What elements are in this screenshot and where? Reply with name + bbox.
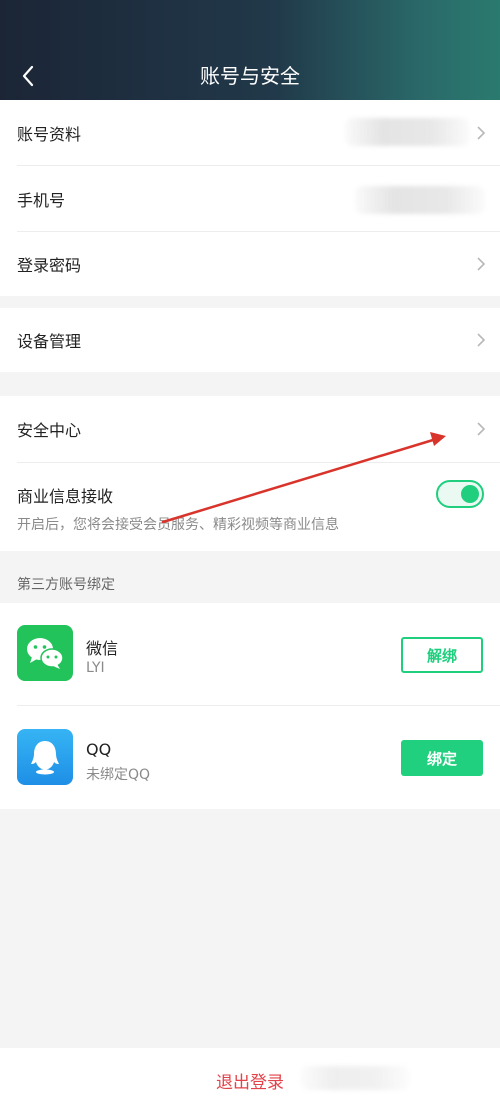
wechat-app-icon (17, 625, 73, 681)
commercial-info-desc: 开启后，您将会接受会员服务、精彩视频等商业信息 (17, 517, 339, 533)
phone-value-blurred (355, 186, 485, 214)
logout-bar: 退出登录 (0, 1048, 500, 1111)
qq-app-icon (17, 729, 73, 785)
row-divider (17, 705, 500, 706)
device-manage-row[interactable]: 设备管理 (0, 308, 500, 372)
qq-account: 未绑定QQ (86, 767, 151, 783)
logout-button[interactable]: 退出登录 (0, 1068, 500, 1093)
device-manage-label: 设备管理 (17, 332, 82, 351)
chevron-right-icon (477, 257, 486, 271)
logout-blur-overlay (300, 1066, 410, 1090)
password-label: 登录密码 (17, 256, 82, 275)
toggle-knob (461, 485, 479, 503)
qq-icon (31, 741, 59, 775)
app-header: 账号与安全 (0, 0, 500, 100)
chevron-right-icon (477, 422, 486, 436)
account-profile-value-blurred (345, 118, 470, 146)
wechat-icon (27, 638, 64, 669)
chevron-right-icon (477, 333, 486, 347)
chevron-right-icon (477, 126, 486, 140)
wechat-account: LYI (86, 660, 105, 676)
security-group: 安全中心 商业信息接收 开启后，您将会接受会员服务、精彩视频等商业信息 (0, 396, 500, 551)
page-title: 账号与安全 (200, 64, 300, 88)
account-group: 账号资料 手机号 登录密码 (0, 100, 500, 296)
phone-row[interactable]: 手机号 (0, 166, 500, 231)
qq-name: QQ (86, 740, 112, 759)
security-center-label: 安全中心 (17, 421, 82, 440)
wechat-name: 微信 (86, 639, 119, 658)
password-row[interactable]: 登录密码 (0, 232, 500, 296)
commercial-info-label: 商业信息接收 (17, 487, 114, 506)
account-profile-label: 账号资料 (17, 124, 82, 144)
security-center-row[interactable]: 安全中心 (0, 396, 500, 462)
commercial-info-toggle[interactable] (436, 480, 484, 508)
phone-label: 手机号 (17, 190, 66, 210)
device-group: 设备管理 (0, 308, 500, 372)
wechat-unbind-button[interactable]: 解绑 (401, 637, 483, 673)
third-party-caption: 第三方账号绑定 (17, 577, 115, 593)
qq-bind-button[interactable]: 绑定 (401, 740, 483, 776)
row-divider (17, 462, 500, 463)
account-profile-row[interactable]: 账号资料 (0, 100, 500, 165)
third-party-group: 微信 LYI 解绑 QQ 未绑定QQ 绑定 (0, 603, 500, 809)
